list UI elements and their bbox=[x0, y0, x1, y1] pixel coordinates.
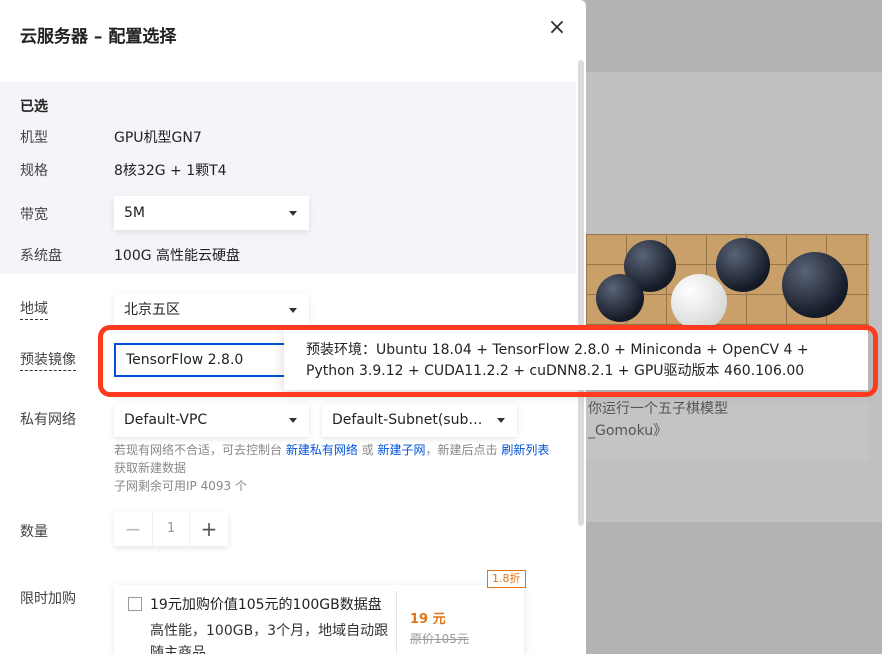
promo-label: 限时加购 bbox=[20, 591, 76, 607]
promo-divider bbox=[396, 591, 397, 654]
chevron-down-icon bbox=[289, 211, 297, 216]
network-label: 私有网络 bbox=[20, 412, 76, 428]
new-subnet-link[interactable]: 新建子网 bbox=[377, 443, 425, 457]
disk-value: 100G 高性能云硬盘 bbox=[114, 248, 241, 264]
selected-section-title: 已选 bbox=[20, 99, 48, 115]
promo-card[interactable]: 19元加购价值105元的100GB数据盘 高性能，100GB，3个月，地域自动跟… bbox=[114, 585, 524, 654]
chevron-down-icon bbox=[289, 308, 297, 313]
hint-text: 获取新建数据 bbox=[114, 461, 187, 475]
vpc-select-value: Default-VPC bbox=[124, 412, 208, 428]
dialog-title: 云服务器 – 配置选择 bbox=[20, 27, 177, 47]
promo-price: 19 元 bbox=[410, 612, 446, 627]
background-text: _Gomoku》 bbox=[588, 423, 668, 439]
discount-badge: 1.8折 bbox=[487, 570, 526, 588]
spec-value: 8核32G + 1颗T4 bbox=[114, 163, 227, 179]
highlight-box bbox=[98, 325, 878, 397]
image-label: 预装镜像 bbox=[20, 349, 76, 371]
increment-button[interactable]: + bbox=[190, 512, 228, 546]
refresh-list-link[interactable]: 刷新列表 bbox=[501, 443, 549, 457]
scrollbar[interactable] bbox=[578, 60, 584, 526]
bandwidth-select-value: 5M bbox=[124, 205, 145, 221]
vpc-select[interactable]: Default-VPC bbox=[114, 403, 309, 437]
chevron-down-icon bbox=[497, 418, 505, 423]
decrement-button[interactable]: − bbox=[114, 512, 152, 546]
spec-label: 规格 bbox=[20, 163, 48, 179]
disk-label: 系统盘 bbox=[20, 248, 62, 264]
new-vpc-link[interactable]: 新建私有网络 bbox=[286, 443, 358, 457]
hint-text: ，新建后点击 bbox=[425, 443, 502, 457]
region-select[interactable]: 北京五区 bbox=[114, 293, 309, 327]
promo-original-price: 原价105元 bbox=[410, 632, 469, 646]
chevron-down-icon bbox=[289, 418, 297, 423]
gomoku-board-image bbox=[586, 234, 869, 334]
model-label: 机型 bbox=[20, 130, 48, 146]
subnet-select-value: Default-Subnet(subnet-... bbox=[332, 412, 510, 428]
region-select-value: 北京五区 bbox=[124, 302, 180, 318]
region-label: 地域 bbox=[20, 298, 48, 320]
quantity-stepper: − 1 + bbox=[114, 512, 228, 546]
model-value: GPU机型GN7 bbox=[114, 130, 202, 146]
quantity-value[interactable]: 1 bbox=[152, 512, 190, 546]
promo-title: 19元加购价值105元的100GB数据盘 bbox=[150, 597, 382, 613]
promo-description: 高性能，100GB，3个月，地域自动跟随主商品 bbox=[150, 623, 389, 654]
bandwidth-label: 带宽 bbox=[20, 207, 48, 223]
promo-checkbox[interactable] bbox=[128, 597, 142, 611]
background-text: 你运行一个五子棋模型 bbox=[588, 401, 728, 417]
subnet-select[interactable]: Default-Subnet(subnet-... bbox=[322, 403, 517, 437]
network-hint: 若现有网络不合适，可去控制台 新建私有网络 或 新建子网，新建后点击 刷新列表 … bbox=[114, 441, 564, 495]
close-icon[interactable]: × bbox=[546, 17, 568, 40]
bandwidth-select[interactable]: 5M bbox=[114, 196, 309, 230]
quantity-label: 数量 bbox=[20, 524, 48, 540]
ip-remaining: 子网剩余可用IP 4093 个 bbox=[114, 479, 247, 493]
selected-summary bbox=[0, 82, 576, 274]
hint-text: 或 bbox=[357, 443, 378, 457]
hint-text: 若现有网络不合适，可去控制台 bbox=[114, 443, 286, 457]
